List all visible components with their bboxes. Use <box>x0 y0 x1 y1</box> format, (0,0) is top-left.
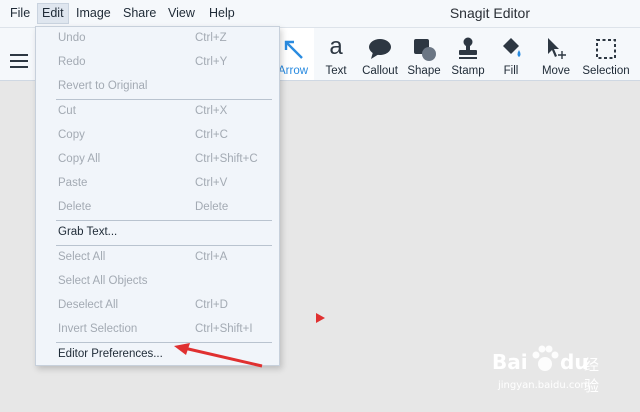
menu-item-select-all[interactable]: Select All Ctrl+A <box>36 246 279 268</box>
watermark-brand: Bai <box>492 350 528 374</box>
move-icon <box>548 38 566 59</box>
app-title: Snagit Editor <box>449 5 530 21</box>
menu-edit[interactable]: Edit <box>37 3 69 24</box>
callout-icon <box>369 39 391 59</box>
tool-selection[interactable]: Selection <box>580 28 632 80</box>
menu-item-cut[interactable]: Cut Ctrl+X <box>36 100 279 122</box>
menu-item-revert-to-original[interactable]: Revert to Original <box>36 75 279 97</box>
menu-item-copy[interactable]: Copy Ctrl+C <box>36 124 279 146</box>
tool-selection-label: Selection <box>582 65 630 77</box>
red-marker-icon <box>316 313 325 323</box>
shape-icon <box>414 39 436 61</box>
menu-bar: File Edit Image Share View Help Snagit E… <box>0 0 640 28</box>
menu-image[interactable]: Image <box>72 4 115 23</box>
annotation-arrow-icon <box>174 343 263 368</box>
menu-item-select-all-objects[interactable]: Select All Objects <box>36 270 279 292</box>
menu-item-deselect-all[interactable]: Deselect All Ctrl+D <box>36 294 279 316</box>
tool-stamp-label: Stamp <box>451 65 485 77</box>
tool-text[interactable]: a Text <box>318 28 354 80</box>
menu-item-delete[interactable]: Delete Delete <box>36 196 279 218</box>
tool-callout-label: Callout <box>362 65 398 77</box>
menu-item-invert-selection[interactable]: Invert Selection Ctrl+Shift+I <box>36 318 279 340</box>
menu-item-copy-all[interactable]: Copy All Ctrl+Shift+C <box>36 148 279 170</box>
hamburger-menu-icon[interactable] <box>10 54 28 68</box>
tool-fill-label: Fill <box>503 65 519 77</box>
tool-shape[interactable]: Shape <box>404 28 444 80</box>
arrow-icon <box>284 40 303 59</box>
tool-stamp[interactable]: Stamp <box>448 28 488 80</box>
edit-menu-dropdown: Undo Ctrl+Z Redo Ctrl+Y Revert to Origin… <box>35 26 280 366</box>
menu-item-grab-text[interactable]: Grab Text... <box>36 221 279 243</box>
selection-icon <box>596 39 616 59</box>
tool-move-label: Move <box>541 65 571 77</box>
fill-icon <box>503 38 521 57</box>
menu-item-paste[interactable]: Paste Ctrl+V <box>36 172 279 194</box>
menu-share[interactable]: Share <box>119 4 160 23</box>
tool-fill[interactable]: Fill <box>492 28 530 80</box>
menu-item-redo[interactable]: Redo Ctrl+Y <box>36 51 279 73</box>
watermark-url: jingyan.baidu.com <box>498 380 591 391</box>
menu-view[interactable]: View <box>164 4 199 23</box>
menu-file[interactable]: File <box>6 4 34 23</box>
menu-item-undo[interactable]: Undo Ctrl+Z <box>36 27 279 49</box>
tool-move[interactable]: Move <box>536 28 576 80</box>
baidu-watermark: Bai du 经验 jingyan.baidu.com <box>492 342 610 402</box>
paw-icon <box>532 345 559 371</box>
text-icon: a <box>329 33 343 60</box>
tool-shape-label: Shape <box>407 65 441 77</box>
stamp-icon <box>459 37 477 59</box>
menu-help[interactable]: Help <box>205 4 239 23</box>
tool-callout[interactable]: Callout <box>358 28 402 80</box>
tool-text-label: Text <box>325 65 347 77</box>
